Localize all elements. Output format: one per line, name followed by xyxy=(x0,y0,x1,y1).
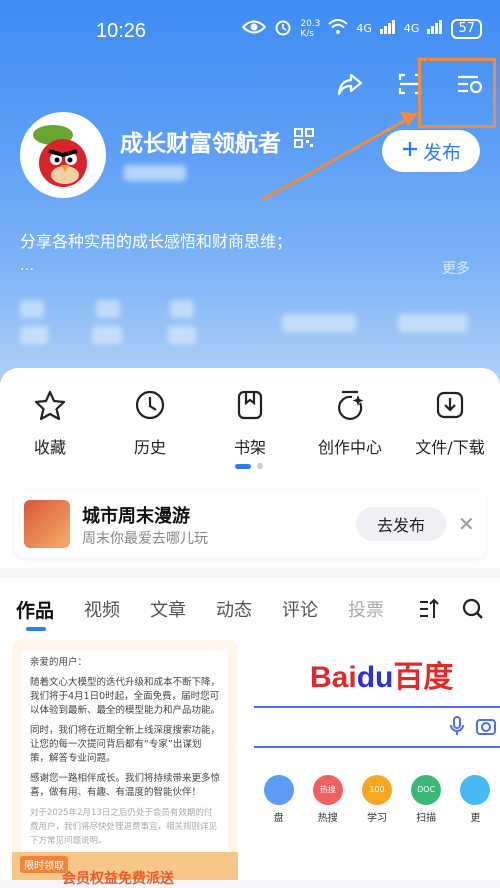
quick-action-label: 书架 xyxy=(233,438,266,457)
work-card-baidu[interactable]: Baidu百度 盘 热搜 热搜 100 学习 DOC 扫描 更 xyxy=(254,640,500,880)
quick-action-creator-center[interactable]: 创作中心 xyxy=(300,390,400,458)
alarm-icon xyxy=(274,18,292,39)
tab-votes[interactable]: 投票 xyxy=(348,596,384,623)
signal-4g-b: 4G xyxy=(403,22,420,35)
notice-paragraph: 对于2025年2月13日之后仍处于会员有效期的付费用户，我们将尽快处理退费事宜，… xyxy=(30,808,218,846)
baidu-shortcut-label: 扫描 xyxy=(416,813,437,824)
profile-name: 成长财富领航者 xyxy=(120,131,281,157)
work-card-notice[interactable]: 亲爱的用户： 随着文心大模型的迭代升级和成本不断下降，我们将于4月1日0时起，全… xyxy=(12,640,238,880)
page-dot xyxy=(257,463,263,469)
baidu-shortcut: 盘 xyxy=(263,775,294,824)
signal-bars-icon xyxy=(427,20,443,37)
blurred-stat xyxy=(20,300,44,318)
quick-action-favorites[interactable]: 收藏 xyxy=(0,390,100,458)
baidu-logo-du: du xyxy=(356,661,394,694)
bio-ellipsis: … xyxy=(20,258,34,274)
plus-icon xyxy=(401,140,419,163)
tab-videos[interactable]: 视频 xyxy=(84,596,120,623)
quick-actions: 收藏 历史 书架 创作中心 文件/下载 xyxy=(0,390,500,458)
highlight-box xyxy=(418,58,496,128)
page-dot-active xyxy=(235,463,251,469)
blurred-stat xyxy=(170,300,194,318)
notice-paragraph: 随着文心大模型的迭代升级和成本不断下降，我们将于4月1日0时起，全面免费，届时您… xyxy=(30,677,221,716)
baidu-shortcut: 100 学习 xyxy=(361,775,392,824)
blurred-stat xyxy=(20,326,48,344)
share-icon[interactable] xyxy=(334,68,366,100)
avatar[interactable] xyxy=(20,112,106,198)
topic-banner[interactable]: 城市周末漫游 周末你最爱去哪儿玩 去发布 ✕ xyxy=(14,490,486,558)
battery-indicator: 57 xyxy=(451,18,482,39)
banner-subtitle: 周末你最爱去哪儿玩 xyxy=(82,531,208,547)
notice-text: 亲爱的用户： 随着文心大模型的迭代升级和成本不断下降，我们将于4月1日0时起，全… xyxy=(22,650,228,860)
tab-works[interactable]: 作品 xyxy=(16,596,54,623)
eye-icon xyxy=(241,19,267,38)
baidu-shortcuts: 盘 热搜 热搜 100 学习 DOC 扫描 更 xyxy=(254,775,500,824)
download-icon xyxy=(434,389,466,425)
blurred-stat xyxy=(398,314,468,332)
search-icon[interactable] xyxy=(462,598,484,624)
microphone-icon xyxy=(450,716,464,740)
baidu-logo-cn: 百度 xyxy=(393,661,454,694)
baidu-shortcut-label: 学习 xyxy=(366,813,387,824)
banner-publish-button[interactable]: 去发布 xyxy=(356,507,446,541)
baidu-shortcut: DOC 扫描 xyxy=(411,775,442,824)
bio-more-link[interactable]: 更多 xyxy=(442,258,470,278)
bookmark-icon xyxy=(234,389,266,425)
notice-badge: 限时领取 xyxy=(20,856,68,873)
blurred-stat xyxy=(96,300,120,318)
baidu-shortcut-label: 盘 xyxy=(273,813,284,824)
close-icon[interactable]: ✕ xyxy=(458,512,475,536)
quick-action-label: 历史 xyxy=(133,438,166,457)
baidu-search-box xyxy=(254,706,500,748)
clock-icon xyxy=(134,389,166,425)
sort-icon[interactable] xyxy=(418,598,440,624)
blurred-stat xyxy=(282,314,356,332)
notice-paragraph: 感谢您一路相伴成长。我们将持续带来更多惊喜，做有用、有趣、有温度的智能伙伴！ xyxy=(30,773,221,798)
profile-bio: 分享各种实用的成长感悟和财商思维； xyxy=(20,232,293,251)
tab-articles[interactable]: 文章 xyxy=(150,596,186,623)
quick-action-bookshelf[interactable]: 书架 xyxy=(200,390,300,458)
blurred-stat xyxy=(168,326,196,344)
baidu-shortcut-badge: DOC xyxy=(411,775,442,805)
signal-bars-icon xyxy=(379,20,396,37)
quick-action-downloads[interactable]: 文件/下载 xyxy=(400,390,500,458)
publish-button[interactable]: 发布 xyxy=(382,130,480,172)
signal-4g-a: 4G xyxy=(356,22,372,35)
quick-action-label: 收藏 xyxy=(33,438,66,457)
quick-action-history[interactable]: 历史 xyxy=(100,390,200,458)
baidu-shortcut-badge: 热搜 xyxy=(312,775,343,805)
tab-updates[interactable]: 动态 xyxy=(216,596,252,623)
baidu-shortcut-badge: 100 xyxy=(361,775,392,805)
tab-comments[interactable]: 评论 xyxy=(282,596,318,623)
notice-paragraph: 同时，我们将在近期全新上线深度搜索功能，让您的每一次提问背后都有“专家”出谋划策… xyxy=(30,725,221,764)
quick-action-label: 文件/下载 xyxy=(415,438,485,457)
qr-code-icon[interactable] xyxy=(294,128,314,152)
quick-action-label: 创作中心 xyxy=(317,438,382,457)
tab-actions xyxy=(412,598,484,624)
publish-label: 发布 xyxy=(422,141,461,164)
notice-footer-text: 会员权益免费派送 xyxy=(62,871,174,887)
blurred-stat xyxy=(92,326,122,344)
baidu-shortcut-label: 更 xyxy=(470,813,481,824)
blurred-user-id xyxy=(124,165,186,181)
baidu-shortcut-label: 热搜 xyxy=(317,813,338,824)
status-time: 10:26 xyxy=(96,20,147,42)
baidu-logo: Baidu百度 xyxy=(310,652,453,696)
baidu-shortcut: 热搜 热搜 xyxy=(312,775,343,824)
baidu-logo-text: Bai xyxy=(310,661,357,694)
baidu-shortcut: 更 xyxy=(460,775,491,824)
network-speed: 20.3 K/s xyxy=(300,18,321,39)
notice-greeting: 亲爱的用户： xyxy=(30,657,88,668)
wifi-icon xyxy=(328,19,349,38)
active-tab-indicator xyxy=(26,627,46,631)
banner-title: 城市周末漫游 xyxy=(82,506,190,527)
status-bar: 10:26 20.3 K/s 4G 4G 57 xyxy=(0,0,500,60)
sparkle-icon xyxy=(334,389,366,425)
star-icon xyxy=(34,389,66,425)
page-indicator xyxy=(235,463,263,469)
camera-icon xyxy=(476,716,496,740)
banner-thumbnail xyxy=(24,500,70,548)
